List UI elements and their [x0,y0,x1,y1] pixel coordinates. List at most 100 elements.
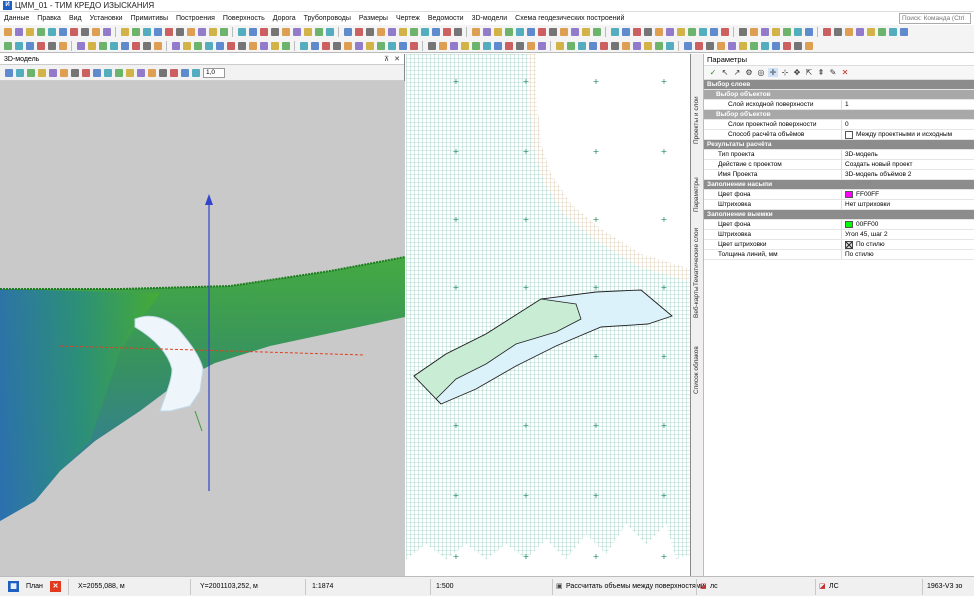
toolbar-tool-icon[interactable] [683,41,692,50]
toolbar-tool-icon[interactable] [738,28,747,36]
toolbar-tool-icon[interactable] [314,28,323,36]
view-3d-tool-icon[interactable] [59,68,68,77]
view-3d-tool-icon[interactable] [92,68,101,77]
select-add-icon[interactable]: ↗ [732,68,742,77]
line-width-value[interactable]: По стилю [842,250,974,259]
toolbar-tool-icon[interactable] [665,41,674,50]
toolbar-tool-icon[interactable] [771,28,780,36]
toolbar-tool-icon[interactable] [321,41,330,50]
view-3d-tool-icon[interactable] [180,68,189,77]
toolbar-tool-icon[interactable] [665,28,674,36]
view-3d-tool-icon[interactable] [15,68,24,77]
toolbar-tool-icon[interactable] [281,28,290,36]
menu-data[interactable]: Данные [0,15,33,22]
toolbar-tool-icon[interactable] [76,41,85,50]
toolbar-tool-icon[interactable] [58,28,67,36]
row-line-width[interactable]: Толщина линий, мм По стилю [704,250,974,260]
close-icon[interactable]: ✕ [394,55,400,63]
toolbar-tool-icon[interactable] [14,41,23,50]
gear-icon[interactable]: ⚙ [744,68,754,77]
pin-icon[interactable]: ⊼ [384,55,389,63]
row-source-layer[interactable]: Слой исходной поверхности 1 [704,100,974,110]
toolbar-tool-icon[interactable] [782,41,791,50]
toolbar-tool-icon[interactable] [566,41,575,50]
toolbar-tool-icon[interactable] [303,28,312,36]
toolbar-tool-icon[interactable] [153,28,162,36]
toolbar-tool-icon[interactable] [471,41,480,50]
toolbar-tool-icon[interactable] [120,41,129,50]
toolbar-tool-icon[interactable] [493,41,502,50]
toolbar-tool-icon[interactable] [738,41,747,50]
toolbar-tool-icon[interactable] [460,41,469,50]
toolbar-tool-icon[interactable] [782,28,791,36]
toolbar-tool-icon[interactable] [438,41,447,50]
view-3d-tool-icon[interactable] [191,68,200,77]
view-3d-tool-icon[interactable] [4,68,13,77]
toolbar-tool-icon[interactable] [3,28,12,36]
menu-geodetic-scheme[interactable]: Схема геодезических построений [511,15,628,22]
move-icon[interactable]: ✥ [792,68,802,77]
toolbar-tool-icon[interactable] [515,28,524,36]
row-fill-hatch[interactable]: Штриховка Нет штриховки [704,200,974,210]
toolbar-tool-icon[interactable] [709,28,718,36]
toolbar-tool-icon[interactable] [102,28,111,36]
toolbar-tool-icon[interactable] [888,28,897,36]
menu-pipelines[interactable]: Трубопроводы [300,15,355,22]
toolbar-tool-icon[interactable] [25,41,34,50]
view-3d-tool-icon[interactable] [169,68,178,77]
toolbar-tool-icon[interactable] [592,28,601,36]
toolbar-tool-icon[interactable] [3,41,12,50]
toolbar-tool-icon[interactable] [749,41,758,50]
toolbar-tool-icon[interactable] [581,28,590,36]
cancel-icon[interactable]: ✕ [840,68,850,77]
zoom-input[interactable]: 1,0 [203,67,225,78]
toolbar-tool-icon[interactable] [705,41,714,50]
toolbar-tool-icon[interactable] [226,41,235,50]
toolbar-tool-icon[interactable] [643,28,652,36]
edit-icon[interactable]: ✎ [828,68,838,77]
crosshair-icon[interactable]: ✛ [768,68,778,77]
toolbar-tool-icon[interactable] [259,28,268,36]
toolbar-tool-icon[interactable] [47,41,56,50]
toolbar-tool-icon[interactable] [771,41,780,50]
row-fill-color[interactable]: Цвет фона FF00FF [704,190,974,200]
toolbar-tool-icon[interactable] [120,28,129,36]
menu-primitives[interactable]: Примитивы [127,15,172,22]
align-icon[interactable]: ⇞ [816,68,826,77]
menu-settings[interactable]: Установки [86,15,127,22]
toolbar-tool-icon[interactable] [694,41,703,50]
toolbar-tool-icon[interactable] [248,41,257,50]
toolbar-tool-icon[interactable] [237,41,246,50]
toolbar-tool-icon[interactable] [186,28,195,36]
toolbar-tool-icon[interactable] [515,41,524,50]
toolbar-tool-icon[interactable] [427,41,436,50]
pointer-icon[interactable]: ⇱ [804,68,814,77]
cut-hatch-value[interactable]: Угол 45, шаг 2 [842,230,974,239]
toolbar-tool-icon[interactable] [760,28,769,36]
menu-dimensions[interactable]: Размеры [355,15,392,22]
toolbar-tool-icon[interactable] [643,41,652,50]
toolbar-tool-icon[interactable] [175,28,184,36]
toolbar-tool-icon[interactable] [793,28,802,36]
toolbar-tool-icon[interactable] [332,41,341,50]
toolbar-tool-icon[interactable] [804,28,813,36]
active-layer-2[interactable]: ЛС [829,581,839,593]
toolbar-tool-icon[interactable] [58,41,67,50]
toolbar-tool-icon[interactable] [599,41,608,50]
toolbar-tool-icon[interactable] [219,28,228,36]
view-3d-tool-icon[interactable] [125,68,134,77]
apply-icon[interactable]: ✓ [708,68,718,77]
fill-color-swatch[interactable] [845,191,853,198]
toolbar-tool-icon[interactable] [376,41,385,50]
toolbar-tool-icon[interactable] [310,41,319,50]
project-layers-value[interactable]: 0 [842,120,974,129]
toolbar-tool-icon[interactable] [142,41,151,50]
toolbar-tool-icon[interactable] [804,41,813,50]
toolbar-tool-icon[interactable] [570,28,579,36]
scene-3d-view[interactable] [0,81,405,576]
toolbar-tool-icon[interactable] [131,28,140,36]
toolbar-tool-icon[interactable] [526,28,535,36]
toolbar-tool-icon[interactable] [354,41,363,50]
toolbar-tool-icon[interactable] [555,41,564,50]
menu-edit[interactable]: Правка [33,15,65,22]
